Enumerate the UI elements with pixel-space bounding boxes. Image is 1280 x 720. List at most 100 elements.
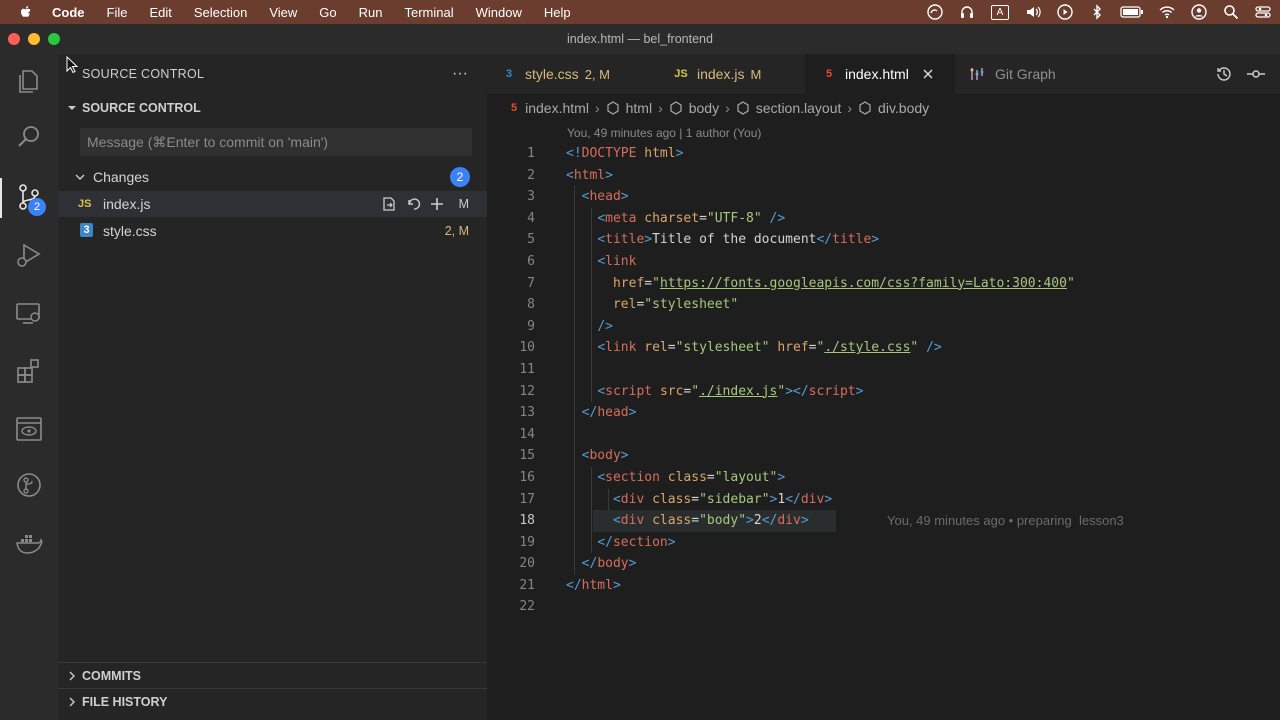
code-text: </section> xyxy=(597,534,676,550)
code-text: <link rel="stylesheet" href="./style.css… xyxy=(597,340,942,356)
gitlens-icon[interactable] xyxy=(14,470,44,500)
control-center-icon[interactable] xyxy=(1254,4,1272,20)
commit-message-input[interactable] xyxy=(80,128,472,156)
more-actions-icon[interactable]: ··· xyxy=(448,62,472,86)
line-number: 1 xyxy=(527,146,535,161)
menu-edit[interactable]: Edit xyxy=(149,5,171,20)
menu-help[interactable]: Help xyxy=(544,5,571,20)
codelens-blame[interactable]: You, 49 minutes ago | 1 author (You) xyxy=(567,126,761,140)
changes-group-header[interactable]: Changes 2 xyxy=(58,165,487,189)
docker-icon[interactable] xyxy=(14,528,44,558)
tab-style-css[interactable]: 3 style.css 2, M xyxy=(487,54,649,94)
code-text: <meta charset="UTF-8" /> xyxy=(597,210,786,226)
chevron-right-icon: › xyxy=(847,100,853,116)
breadcrumb-item-file[interactable]: 5 index.html xyxy=(511,100,589,116)
line-number: 12 xyxy=(519,383,535,399)
css-file-icon: 3 xyxy=(505,68,513,80)
extensions-icon[interactable] xyxy=(14,356,44,386)
line-number: 9 xyxy=(527,318,535,334)
breadcrumb-item-section[interactable]: section.layout xyxy=(736,100,841,116)
code-editor[interactable]: 1 <!DOCTYPE html> 2 <html> 3 <head> 4 <met… xyxy=(487,143,1280,618)
battery-icon[interactable] xyxy=(1120,4,1144,20)
tab-label: index.html xyxy=(845,66,909,82)
code-text: </html> xyxy=(566,577,621,593)
breadcrumb-item-body[interactable]: body xyxy=(669,100,719,116)
line-number: 17 xyxy=(519,491,535,507)
menu-selection[interactable]: Selection xyxy=(194,5,247,20)
code-line: 15 <body> xyxy=(487,445,1280,467)
editor-area: 3 style.css 2, M JS index.js M 5 index.h… xyxy=(487,54,1280,720)
menu-app-code[interactable]: Code xyxy=(52,5,85,20)
code-text: rel="stylesheet" xyxy=(612,297,739,313)
breadcrumb-label: div.body xyxy=(878,100,930,116)
macos-menu-bar: Code File Edit Selection View Go Run Ter… xyxy=(0,0,1280,24)
play-icon[interactable] xyxy=(1056,4,1074,20)
changed-file-style-css[interactable]: 3 style.css 2, M xyxy=(58,218,487,244)
file-history-section-header[interactable]: FILE HISTORY xyxy=(58,688,487,714)
file-status: 2, M xyxy=(444,224,469,238)
search-icon[interactable] xyxy=(14,122,44,152)
source-control-section-header[interactable]: SOURCE CONTROL xyxy=(58,96,487,120)
html-file-icon: 5 xyxy=(825,68,833,80)
line-number: 20 xyxy=(519,556,535,572)
menu-run[interactable]: Run xyxy=(359,5,383,20)
code-line: 20 </body> xyxy=(487,553,1280,575)
run-and-debug-icon[interactable] xyxy=(14,240,44,270)
volume-icon[interactable] xyxy=(1024,4,1042,20)
apple-icon[interactable] xyxy=(18,4,34,20)
tab-git-graph[interactable]: Git Graph xyxy=(957,54,1087,94)
open-file-icon[interactable] xyxy=(380,195,398,213)
inline-blame-annotation[interactable]: You, 49 minutes ago • preparing lesson3 xyxy=(887,510,1124,532)
stage-changes-icon[interactable] xyxy=(428,195,446,213)
explorer-icon[interactable] xyxy=(14,66,44,96)
creative-cloud-icon[interactable] xyxy=(926,4,944,20)
menu-go[interactable]: Go xyxy=(319,5,336,20)
tab-label: Git Graph xyxy=(995,66,1056,82)
code-text: <script src="./index.js"></script> xyxy=(597,383,864,399)
chevron-down-icon xyxy=(68,106,76,110)
close-tab-icon[interactable] xyxy=(921,67,935,81)
line-number: 11 xyxy=(519,361,535,377)
chevron-right-icon xyxy=(69,671,75,681)
changed-file-index-js[interactable]: JS index.js M xyxy=(58,191,487,217)
code-line: 22 xyxy=(487,596,1280,618)
breadcrumb-label: html xyxy=(625,100,653,116)
window-title: index.html — bel_frontend xyxy=(567,32,713,46)
tab-status: M xyxy=(750,66,762,82)
element-cube-icon xyxy=(737,101,749,115)
tab-index-html[interactable]: 5 index.html xyxy=(805,54,955,94)
tab-label: style.css xyxy=(525,66,579,82)
discard-changes-icon[interactable] xyxy=(404,195,422,213)
breadcrumb-item-div[interactable]: div.body xyxy=(858,100,929,116)
open-changes-icon[interactable] xyxy=(1246,64,1266,84)
mouse-pointer-icon xyxy=(66,56,78,74)
code-text: <!DOCTYPE html> xyxy=(566,146,684,161)
user-icon[interactable] xyxy=(1190,4,1208,20)
chevron-right-icon: › xyxy=(594,100,600,116)
tab-index-js[interactable]: JS index.js M xyxy=(663,54,797,94)
code-line: 6 <link xyxy=(487,250,1280,273)
element-cube-icon xyxy=(607,101,619,115)
editor-actions xyxy=(1214,64,1266,84)
menu-window[interactable]: Window xyxy=(476,5,522,20)
code-line: 2 <html> xyxy=(487,165,1280,187)
line-number: 22 xyxy=(519,599,535,615)
headphones-icon[interactable] xyxy=(958,4,976,20)
code-text: <title>Title of the document</title> xyxy=(597,232,880,248)
menu-view[interactable]: View xyxy=(269,5,297,20)
code-line: 11 xyxy=(487,358,1280,381)
input-source-icon[interactable]: A xyxy=(990,4,1010,20)
commits-section-header[interactable]: COMMITS xyxy=(58,662,487,688)
menu-file[interactable]: File xyxy=(107,5,128,20)
element-cube-icon xyxy=(670,101,682,115)
wifi-icon[interactable] xyxy=(1158,4,1176,20)
breadcrumb-item-html[interactable]: html xyxy=(606,100,652,116)
history-icon[interactable] xyxy=(1214,64,1234,84)
menu-terminal[interactable]: Terminal xyxy=(405,5,454,20)
spotlight-search-icon[interactable] xyxy=(1222,4,1240,20)
browser-preview-icon[interactable] xyxy=(14,414,44,444)
changes-label: Changes xyxy=(93,169,150,185)
remote-explorer-icon[interactable] xyxy=(14,298,44,328)
code-text: </head> xyxy=(581,405,637,421)
bluetooth-icon[interactable] xyxy=(1088,4,1106,20)
